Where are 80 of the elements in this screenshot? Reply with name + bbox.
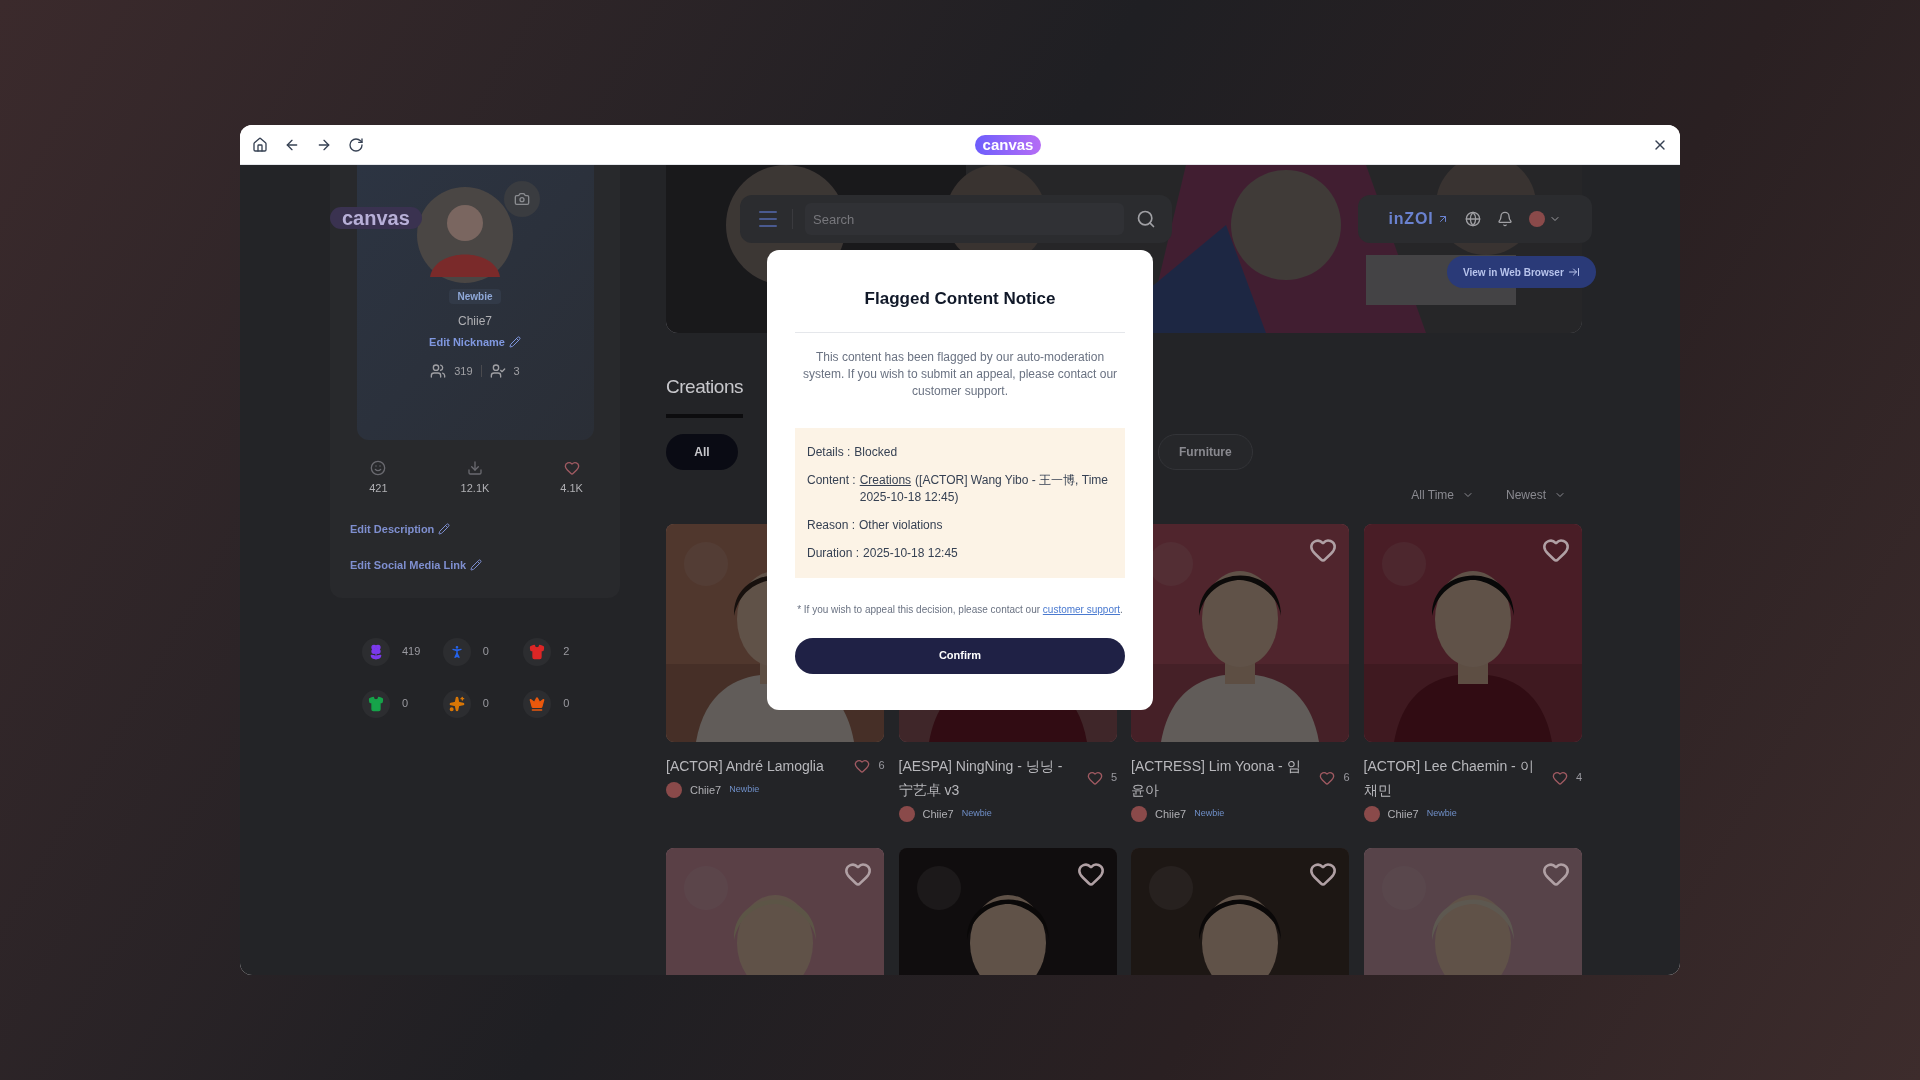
edit-link[interactable]: Edit Description <box>350 520 435 537</box>
language-icon[interactable] <box>1465 211 1482 227</box>
refresh-icon[interactable] <box>348 136 364 153</box>
notification-icon[interactable] <box>1497 211 1514 227</box>
pencil-icon[interactable] <box>438 522 451 535</box>
search-field[interactable]: Search <box>805 203 1124 235</box>
category-count: 0 <box>402 696 409 712</box>
download-icon <box>467 460 483 476</box>
card-title[interactable]: [AESPA] NingNing - 닝닝 - 宁艺卓 v3 <box>898 753 1079 802</box>
search-icon[interactable] <box>1136 209 1156 229</box>
filter-chip[interactable]: Furniture <box>1158 433 1253 470</box>
smile-icon <box>370 460 387 476</box>
category-count: 0 <box>482 696 489 712</box>
heart-icon[interactable] <box>1076 860 1105 888</box>
detail-label: Duration : <box>807 544 860 562</box>
arrow-icon <box>1567 266 1580 278</box>
detail-value: Blocked <box>854 443 899 461</box>
detail-label: Details : <box>807 443 851 461</box>
author-name[interactable]: Chiie7 <box>690 781 722 798</box>
tab[interactable]: Creations <box>666 373 744 418</box>
confirm-button[interactable]: Confirm <box>795 637 1125 674</box>
user-avatar[interactable] <box>1529 211 1546 227</box>
heart-icon[interactable] <box>844 860 872 888</box>
stat-value: 12.1K <box>460 481 490 496</box>
card-title[interactable]: [ACTOR] André Lamoglia <box>666 753 847 778</box>
category-count: 0 <box>482 644 489 660</box>
brand-link[interactable]: inZOI <box>1388 207 1434 231</box>
pencil-icon[interactable] <box>470 559 483 572</box>
heart-icon[interactable] <box>1309 860 1337 888</box>
following-icon <box>489 362 506 379</box>
detail-value: Creations ([ACTOR] Wang Yibo - 王一博, Time 2025-10-18 12:45) <box>859 471 1109 506</box>
creations-link[interactable]: Creations <box>859 472 912 487</box>
card-title[interactable]: [ACTOR] Lee Chaemin - 이채민 <box>1363 753 1544 802</box>
card-title[interactable]: [ACTRESS] Lim Yoona - 임윤아 <box>1131 753 1312 802</box>
dialog-message: This content has been flagged by our auto-moderation system. If you wish to submit an appeal, please contact our customer support. <box>801 348 1119 400</box>
home-icon[interactable] <box>252 136 268 153</box>
author-avatar <box>1131 805 1147 822</box>
level-label: Newbie <box>449 289 501 304</box>
author-level: Newbie <box>1194 807 1225 820</box>
username: Chiie7 <box>458 313 492 330</box>
author-level: Newbie <box>729 783 760 796</box>
like-count: 6 <box>878 758 885 774</box>
detail-label: Reason : <box>807 516 856 534</box>
stat-value: 421 <box>369 481 388 496</box>
like-count: 6 <box>1343 770 1350 786</box>
appeal-note: * If you wish to appeal this decision, please contact our customer support. <box>796 602 1124 617</box>
heart-icon <box>563 460 580 476</box>
author-name[interactable]: Chiie7 <box>922 805 954 822</box>
canvas-logo: canvas <box>330 207 422 229</box>
stat-value: 4.1K <box>560 481 583 496</box>
web-browser-button[interactable]: View in Web Browser <box>1447 256 1596 288</box>
followers-count: 319 <box>454 363 473 379</box>
author-avatar <box>666 781 682 798</box>
pencil-icon[interactable] <box>508 336 521 349</box>
author-avatar <box>1363 805 1380 822</box>
filter-chip[interactable]: All <box>666 433 738 470</box>
sort-dropdown[interactable]: Newest <box>1506 485 1566 504</box>
like-count: 4 <box>1575 770 1582 786</box>
heart-icon[interactable] <box>1541 860 1570 888</box>
author-level: Newbie <box>1426 807 1457 820</box>
author-level: Newbie <box>961 807 992 820</box>
edit-link[interactable]: Edit Social Media Link <box>350 557 467 574</box>
detail-label: Content : <box>807 471 856 489</box>
sort-dropdown[interactable]: All Time <box>1411 485 1474 504</box>
category-count: 419 <box>402 644 421 660</box>
camera-icon[interactable] <box>514 191 530 207</box>
following-count: 3 <box>513 363 520 379</box>
like-count: 5 <box>1110 770 1117 786</box>
category-count: 0 <box>563 696 570 712</box>
canvas-logo: canvas <box>974 134 1042 155</box>
followers-icon <box>430 362 447 379</box>
camera-button[interactable] <box>504 181 540 217</box>
dialog-title: Flagged Content Notice <box>863 288 1057 310</box>
detail-value: 2025-10-18 12:45 <box>863 544 959 562</box>
category-count: 2 <box>563 644 570 660</box>
author-name[interactable]: Chiie7 <box>1155 805 1187 822</box>
author-avatar <box>898 805 915 822</box>
detail-value: Other violations <box>859 516 944 534</box>
edit-nickname-link[interactable]: Edit Nickname <box>429 334 505 351</box>
author-name[interactable]: Chiie7 <box>1387 805 1419 822</box>
